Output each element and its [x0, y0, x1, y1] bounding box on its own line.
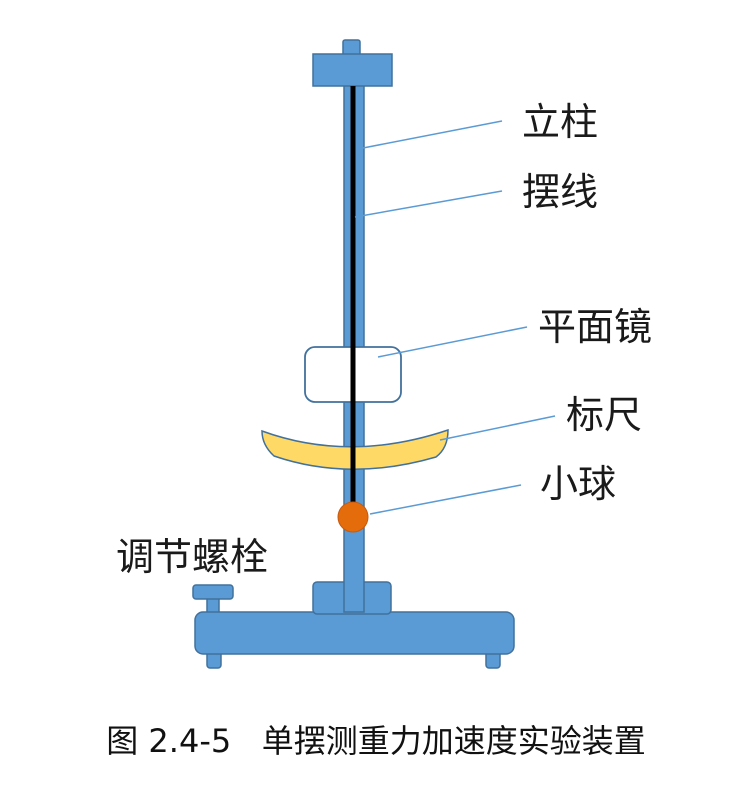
leader-scale [439, 415, 556, 441]
leader-column [362, 120, 503, 149]
leader-string [354, 190, 503, 218]
leader-ball [369, 484, 522, 515]
label-screw: 调节螺栓 [116, 535, 268, 579]
label-scale: 标尺 [566, 393, 642, 437]
adjusting-screw-head [192, 584, 234, 600]
figure-caption: 图 2.4-5 单摆测重力加速度实验装置 [106, 722, 646, 760]
base-plate [194, 611, 515, 655]
label-column: 立柱 [522, 100, 598, 144]
label-ball: 小球 [540, 462, 616, 506]
top-cap [312, 53, 393, 87]
leader-mirror [377, 326, 528, 358]
pendulum-ball [337, 501, 369, 533]
label-mirror: 平面镜 [538, 305, 652, 349]
label-string: 摆线 [522, 170, 598, 214]
pendulum-apparatus-diagram: 立柱 摆线 平面镜 标尺 小球 调节螺栓 图 2.4-5 单摆测重力加速度实验装… [106, 39, 652, 760]
